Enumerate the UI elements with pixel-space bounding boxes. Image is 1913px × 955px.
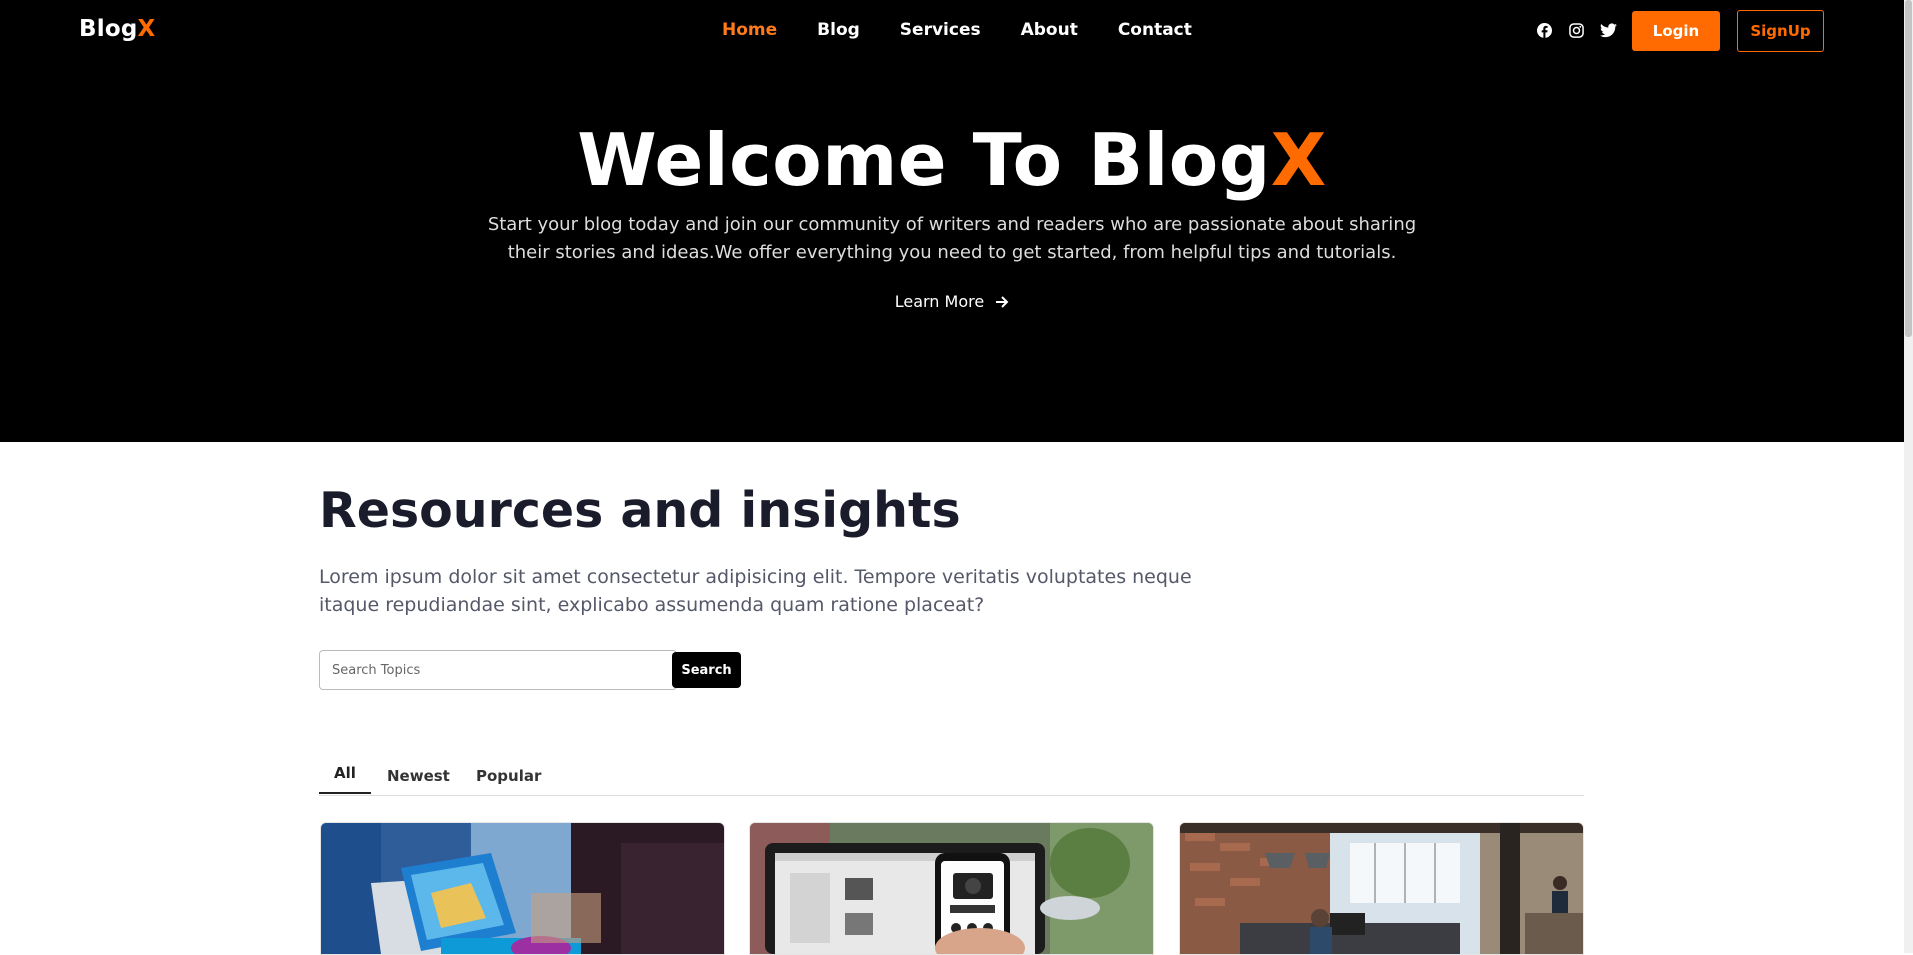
instagram-icon[interactable]	[1569, 23, 1584, 38]
nav-home[interactable]: Home	[722, 20, 777, 40]
nav-contact[interactable]: Contact	[1118, 20, 1192, 40]
page-scrollbar[interactable]	[1904, 0, 1913, 953]
resources-description: Lorem ipsum dolor sit amet consectetur a…	[319, 566, 1192, 616]
topic-tabs: All Newest Popular	[319, 752, 1584, 796]
login-button[interactable]: Login	[1632, 11, 1720, 51]
resources-title: Resources and insights	[319, 482, 961, 539]
arrow-right-icon	[995, 293, 1009, 312]
hero-title-text: Welcome To Blog	[577, 118, 1271, 202]
facebook-icon[interactable]	[1537, 23, 1552, 38]
office-workspace-photo	[1180, 823, 1583, 954]
phone-camera-shopping-photo	[750, 823, 1153, 954]
blog-card-image[interactable]	[320, 822, 725, 955]
blog-card-image[interactable]	[1179, 822, 1584, 955]
tab-newest[interactable]: Newest	[387, 767, 450, 795]
hero-title: Welcome To BlogX	[0, 118, 1904, 202]
hero-subtitle: Start your blog today and join our commu…	[487, 214, 1417, 263]
nav-services[interactable]: Services	[900, 20, 981, 40]
twitter-icon[interactable]	[1600, 23, 1617, 38]
tab-popular[interactable]: Popular	[476, 767, 541, 795]
brand-logo[interactable]: BlogX	[79, 16, 155, 42]
brand-name: Blog	[79, 16, 138, 42]
tab-all[interactable]: All	[319, 764, 371, 794]
scrollbar-thumb[interactable]	[1905, 0, 1912, 337]
hero-title-accent: X	[1270, 118, 1327, 202]
signup-button[interactable]: SignUp	[1737, 10, 1824, 52]
learn-more-label: Learn More	[894, 292, 985, 311]
nav-blog[interactable]: Blog	[817, 20, 860, 40]
search-button[interactable]: Search	[672, 652, 741, 688]
search-input[interactable]	[319, 650, 677, 690]
brand-accent: X	[137, 16, 156, 42]
learn-more-link[interactable]: Learn More	[0, 292, 1904, 312]
laptop-tablet-photo	[321, 823, 724, 954]
main-nav: Home Blog Services About Contact	[722, 20, 1232, 40]
nav-about[interactable]: About	[1021, 20, 1078, 40]
blog-card-image[interactable]	[749, 822, 1154, 955]
hero-section: BlogX Home Blog Services About Contact L…	[0, 0, 1904, 442]
